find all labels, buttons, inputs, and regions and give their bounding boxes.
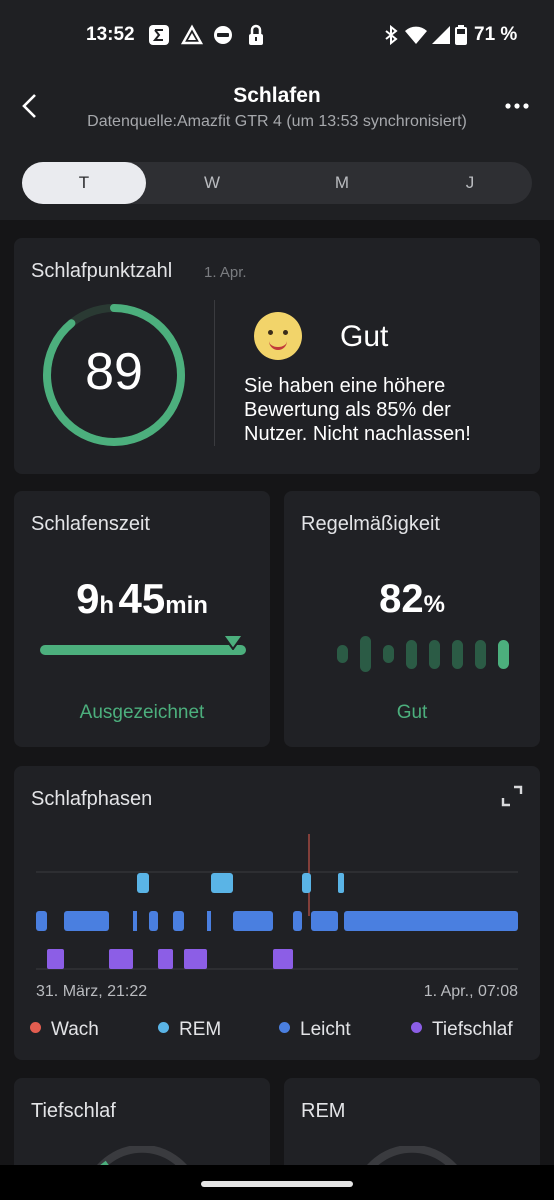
battery-icon: [455, 25, 467, 45]
status-time: 13:52: [86, 24, 135, 45]
status-bar: 13:52 71 %: [0, 0, 554, 70]
regularity-bar: [383, 645, 394, 663]
sleeptime-title: Schlafenszeit: [31, 513, 150, 535]
score-date: 1. Apr.: [204, 264, 247, 281]
sleep-duration-value: 9h 45min: [76, 575, 208, 622]
sleep-score-card[interactable]: Schlafpunktzahl 1. Apr. 89 Gut Sie haben…: [14, 238, 540, 474]
navigation-bar: [0, 1165, 554, 1200]
phases-end-time: 1. Apr., 07:08: [423, 983, 518, 1000]
sleep-phases-chart: [36, 834, 518, 970]
home-gesture-pill[interactable]: [201, 1181, 353, 1187]
tab-week[interactable]: W: [150, 162, 274, 204]
score-description: Sie haben eine höhere Bewertung als 85% …: [244, 375, 471, 445]
regularity-status: Gut: [396, 702, 428, 723]
period-tabs: T W M J: [22, 162, 532, 204]
ring-icon: [214, 26, 232, 44]
regularity-bar: [452, 639, 463, 669]
marker-triangle-icon: [222, 634, 244, 650]
battery-percent: 71 %: [474, 24, 518, 45]
smiley-face-icon: [254, 312, 302, 360]
phases-start-time: 31. März, 21:22: [36, 983, 148, 1000]
regularity-value: 82%: [379, 577, 445, 621]
sleep-duration-card[interactable]: Schlafenszeit 9h 45min Ausgezeichnet: [14, 491, 270, 747]
more-menu-icon[interactable]: [504, 96, 530, 116]
sleep-duration-bar: [40, 645, 246, 655]
tab-month[interactable]: M: [280, 162, 404, 204]
lock-icon: [249, 24, 263, 45]
phase-segments: [36, 873, 518, 969]
legend-light: Leicht: [279, 1019, 351, 1041]
tab-year[interactable]: J: [408, 162, 532, 204]
drive-icon: [181, 24, 203, 45]
regularity-bar: [406, 639, 417, 669]
regularity-bar: [429, 639, 440, 669]
bluetooth-icon: [385, 24, 398, 46]
regularity-bar: [337, 645, 348, 663]
signal-icon: [432, 26, 450, 44]
deep-sleep-title: Tiefschlaf: [31, 1100, 116, 1122]
regularity-title: Regelmäßigkeit: [301, 513, 440, 535]
score-rating: Gut: [340, 320, 389, 353]
rem-title: REM: [301, 1100, 346, 1122]
divider: [214, 300, 215, 446]
score-value: 89: [85, 343, 143, 401]
legend-awake: Wach: [30, 1019, 99, 1041]
sleeptime-status: Ausgezeichnet: [79, 702, 205, 723]
regularity-card[interactable]: Regelmäßigkeit 82% Gut: [284, 491, 540, 747]
wifi-icon: [405, 26, 427, 44]
score-title: Schlafpunktzahl: [31, 260, 173, 282]
legend-rem: REM: [158, 1019, 221, 1041]
legend-deep: Tiefschlaf: [411, 1019, 513, 1041]
regularity-bar: [360, 636, 371, 672]
sleep-phases-card[interactable]: Schlafphasen 31. März, 21:22 1. Apr., 07…: [14, 766, 540, 1060]
regularity-bar: [498, 639, 509, 669]
tab-day[interactable]: T: [22, 162, 146, 204]
page-subtitle: Datenquelle:Amazfit GTR 4 (um 13:53 sync…: [87, 113, 467, 130]
sigma-icon: [149, 25, 169, 45]
regularity-bar: [475, 639, 486, 669]
page-title: Schlafen: [233, 84, 321, 107]
